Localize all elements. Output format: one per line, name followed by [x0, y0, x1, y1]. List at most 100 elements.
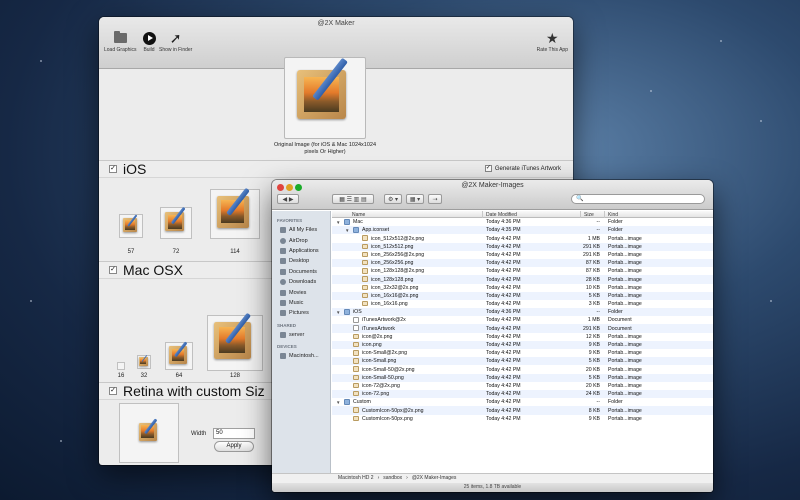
- custom-thumb[interactable]: [119, 403, 179, 463]
- table-row[interactable]: ▼ Custom Today 4:42 PM -- Folder: [332, 398, 713, 406]
- file-date: Today 4:42 PM: [486, 317, 521, 324]
- sidebar-item-documents[interactable]: Documents: [272, 267, 330, 277]
- table-row[interactable]: icon_16x16@2x.png Today 4:42 PM 5 KB Portab…: [332, 291, 713, 300]
- sidebar-item-pictures[interactable]: Pictures: [272, 308, 330, 318]
- sidebar-item-downloads[interactable]: Downloads: [272, 277, 330, 287]
- file-size: --: [596, 219, 600, 226]
- action-menu-button[interactable]: ⚙ ▾: [384, 194, 402, 204]
- desktop-icon: [280, 258, 286, 265]
- disclosure-triangle-icon[interactable]: ▼: [336, 310, 340, 315]
- table-row[interactable]: icon_32x32@2x.png Today 4:42 PM 10 KB Porta…: [332, 284, 713, 292]
- mac-thumb-32[interactable]: [137, 355, 151, 369]
- image-file-icon: [353, 350, 359, 356]
- path-segment[interactable]: Macintosh HD 2: [338, 474, 374, 483]
- table-row[interactable]: icon_512x512.png Today 4:42 PM 291 KB Porta…: [332, 242, 713, 251]
- file-kind: Portab...image: [608, 292, 642, 299]
- sidebar-item-applications[interactable]: Applications: [272, 246, 330, 256]
- sidebar-item-server[interactable]: server: [272, 330, 330, 340]
- app-title: @2X Maker: [317, 20, 355, 27]
- back-forward-button[interactable]: ◀ ▶: [277, 194, 299, 204]
- arrange-menu-button[interactable]: ▦ ▾: [406, 194, 424, 204]
- table-row[interactable]: icon-Small-50@2x.png Today 4:42 PM 20 KB Po…: [332, 365, 713, 373]
- sidebar-item-macintosh[interactable]: Macintosh...: [272, 351, 330, 361]
- table-row[interactable]: CustomIcon-50px.png Today 4:42 PM 9 KB Port…: [332, 415, 713, 423]
- image-file-icon: [353, 366, 359, 372]
- file-size: --: [596, 227, 600, 234]
- table-row[interactable]: icon-72@2x.png Today 4:42 PM 20 KB Portab..…: [332, 382, 713, 390]
- ios-thumb-72[interactable]: [160, 206, 192, 239]
- file-kind: Portab...image: [608, 358, 642, 365]
- arrow-icon: ➚: [169, 30, 182, 46]
- sidebar-item-all-my-files[interactable]: All My Files: [272, 225, 330, 235]
- table-row[interactable]: icon_16x16.png Today 4:42 PM 3 KB Portab...…: [332, 300, 713, 308]
- load-graphics-button[interactable]: Load Graphics: [104, 31, 137, 53]
- ios-size-label: 72: [172, 249, 180, 255]
- generate-itunes-checkbox[interactable]: ✓: [484, 165, 492, 172]
- table-row[interactable]: icon_128x128@2x.png Today 4:42 PM 87 KB Por…: [332, 267, 713, 275]
- table-row[interactable]: icon.png Today 4:42 PM 9 KB Portab...image: [332, 340, 713, 349]
- mac-checkbox[interactable]: ✓: [109, 266, 117, 274]
- disclosure-triangle-icon[interactable]: ▼: [345, 228, 349, 233]
- finder-titlebar: @2X Maker-Images ◀ ▶ ▦ ☰ ▥ ▤ ⚙ ▾ ▦ ▾ ⇢ 🔍: [272, 180, 713, 210]
- file-kind: Folder: [608, 309, 623, 316]
- table-row[interactable]: iTunesArtwork Today 4:42 PM 291 KB Document: [332, 324, 713, 333]
- table-row[interactable]: icon-72.png Today 4:42 PM 24 KB Portab...im…: [332, 389, 713, 399]
- width-input[interactable]: 50: [213, 428, 255, 439]
- path-segment[interactable]: @2X Maker-Images: [412, 474, 457, 483]
- file-name: icon-Small@2x.png: [362, 350, 408, 357]
- kind-column-header[interactable]: Kind: [608, 212, 618, 218]
- file-kind: Portab...image: [608, 382, 642, 389]
- file-kind: Document: [608, 317, 632, 324]
- ios-thumb-114[interactable]: [210, 187, 260, 239]
- name-column-header[interactable]: Name: [352, 212, 365, 218]
- file-name: icon@2x.png: [362, 333, 393, 340]
- path-segment[interactable]: sandbox: [383, 474, 402, 483]
- view-mode-buttons[interactable]: ▦ ☰ ▥ ▤: [332, 194, 374, 204]
- rate-app-button[interactable]: ★ Rate This App: [537, 31, 568, 53]
- generate-itunes-option[interactable]: ✓ Generate iTunes Artwork: [484, 165, 561, 172]
- build-button[interactable]: Build: [142, 31, 156, 53]
- sidebar-item-desktop[interactable]: Desktop: [272, 256, 330, 266]
- ios-thumb-57[interactable]: [119, 214, 143, 238]
- disclosure-triangle-icon[interactable]: ▼: [336, 400, 340, 405]
- all-files-icon: [280, 227, 286, 234]
- hard-drive-icon: [280, 353, 286, 360]
- show-in-finder-button[interactable]: ➚ Show in Finder: [159, 31, 192, 53]
- mac-thumb-16[interactable]: [117, 362, 125, 370]
- date-column-header[interactable]: Date Modified: [486, 212, 517, 218]
- search-icon: 🔍: [576, 196, 584, 202]
- sidebar-item-movies[interactable]: Movies: [272, 287, 330, 297]
- file-name: icon-Small-50@2x.png: [362, 366, 415, 373]
- table-row[interactable]: ▼ Mac Today 4:36 PM -- Folder: [332, 218, 713, 226]
- apply-button[interactable]: Apply: [214, 441, 254, 452]
- search-field[interactable]: 🔍: [571, 194, 705, 204]
- disclosure-triangle-icon[interactable]: ▼: [336, 220, 340, 225]
- table-row[interactable]: icon-Small@2x.png Today 4:42 PM 9 KB Portab…: [332, 349, 713, 357]
- file-size: 87 KB: [585, 268, 600, 275]
- sidebar-item-airdrop[interactable]: AirDrop: [272, 235, 330, 245]
- table-row[interactable]: icon_512x512@2x.png Today 4:42 PM 1 MB Port…: [332, 234, 713, 242]
- file-kind: Portab...image: [608, 407, 642, 414]
- table-row[interactable]: iTunesArtwork@2x Today 4:42 PM 1 MB Documen…: [332, 316, 713, 324]
- ios-checkbox[interactable]: ✓: [109, 165, 117, 173]
- size-column-header[interactable]: Size: [584, 212, 594, 218]
- mac-thumb-64[interactable]: [165, 341, 193, 370]
- table-row[interactable]: icon@2x.png Today 4:42 PM 12 KB Portab...im…: [332, 333, 713, 341]
- table-row[interactable]: icon_128x128.png Today 4:42 PM 28 KB Portab…: [332, 275, 713, 284]
- table-row[interactable]: CustomIcon-50px@2x.png Today 4:42 PM 8 KB P…: [332, 406, 713, 415]
- file-date: Today 4:42 PM: [486, 399, 521, 406]
- mac-size-label: 128: [229, 373, 240, 379]
- original-image-well[interactable]: [284, 57, 366, 139]
- image-file-icon: [362, 251, 368, 258]
- share-button[interactable]: ⇢: [428, 194, 442, 204]
- table-row[interactable]: ▼ iOS Today 4:36 PM -- Folder: [332, 308, 713, 317]
- retina-checkbox[interactable]: ✓: [109, 387, 117, 395]
- table-row[interactable]: icon-Small.png Today 4:42 PM 5 KB Portab...…: [332, 357, 713, 366]
- table-row[interactable]: icon_256x256@2x.png Today 4:42 PM 291 KB Po…: [332, 251, 713, 259]
- sidebar-item-music[interactable]: Music: [272, 298, 330, 308]
- mac-thumb-128[interactable]: [207, 312, 263, 371]
- table-row[interactable]: icon_256x256.png Today 4:42 PM 87 KB Portab…: [332, 258, 713, 268]
- table-row[interactable]: ▼ App.iconset Today 4:35 PM -- Folder: [332, 226, 713, 235]
- table-row[interactable]: icon-Small-50.png Today 4:42 PM 5 KB Portab…: [332, 373, 713, 382]
- file-name: iTunesArtwork@2x: [362, 317, 406, 324]
